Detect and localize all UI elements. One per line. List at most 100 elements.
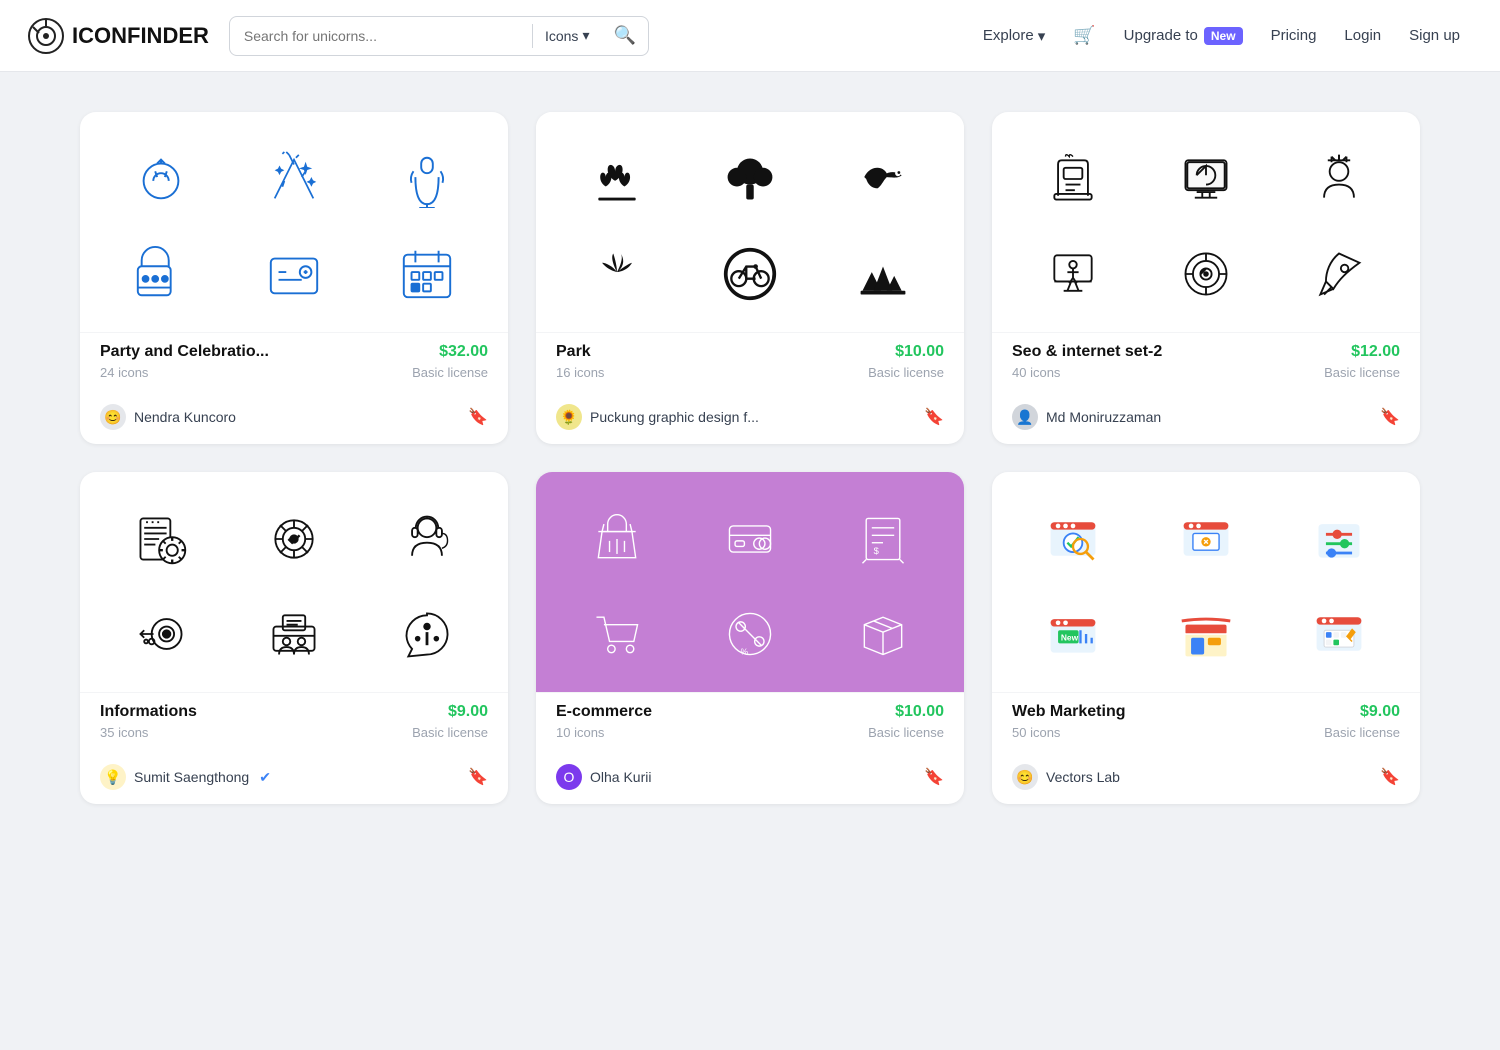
card-title: Party and Celebratio... <box>100 343 269 361</box>
card-license: Basic license <box>1324 725 1400 740</box>
card-count: 24 icons <box>100 365 148 380</box>
card-park[interactable]: Park $10.00 16 icons Basic license 🌻 Puc… <box>536 112 964 444</box>
bookmark-icon[interactable]: 🔖 <box>1380 767 1400 787</box>
card-ecommerce[interactable]: $ <box>536 472 964 804</box>
login-label: Login <box>1344 27 1381 44</box>
pricing-link[interactable]: Pricing <box>1259 19 1329 52</box>
icon-cell <box>581 598 653 670</box>
icon-cell <box>1170 503 1242 575</box>
logo[interactable]: ICONFINDER <box>28 18 209 54</box>
card-price: $32.00 <box>439 343 488 361</box>
card-icons-seo <box>992 112 1420 332</box>
icon-cell <box>1303 503 1375 575</box>
card-count: 50 icons <box>1012 725 1060 740</box>
icon-cell <box>581 503 653 575</box>
icon-cell <box>1170 598 1242 670</box>
card-license: Basic license <box>412 725 488 740</box>
author-name: Olha Kurii <box>590 769 651 785</box>
icon-cell <box>125 503 197 575</box>
author-link-party[interactable]: 😊 Nendra Kuncoro <box>100 404 236 430</box>
verified-badge: ✔ <box>259 769 271 786</box>
svg-text:$: $ <box>873 545 879 555</box>
bookmark-icon[interactable]: 🔖 <box>924 767 944 787</box>
icon-cell <box>391 598 463 670</box>
card-info-seo: Seo & internet set-2 $12.00 40 icons Bas… <box>992 332 1420 394</box>
card-footer-webmarketing: 😊 Vectors Lab 🔖 <box>992 754 1420 804</box>
card-title: Web Marketing <box>1012 703 1126 721</box>
card-seo[interactable]: Seo & internet set-2 $12.00 40 icons Bas… <box>992 112 1420 444</box>
author-link-ecommerce[interactable]: O Olha Kurii <box>556 764 651 790</box>
icon-cell <box>847 238 919 310</box>
card-icons-ecommerce: $ <box>536 472 964 692</box>
explore-button[interactable]: Explore ▾ <box>971 19 1057 53</box>
card-price: $9.00 <box>1360 703 1400 721</box>
author-name: Md Moniruzzaman <box>1046 409 1161 425</box>
card-icons-party <box>80 112 508 332</box>
icon-cell <box>1170 143 1242 215</box>
search-type-label: Icons <box>545 28 578 44</box>
logo-text: ICONFINDER <box>72 23 209 49</box>
card-informations[interactable]: Informations $9.00 35 icons Basic licens… <box>80 472 508 804</box>
author-avatar: 🌻 <box>556 404 582 430</box>
icon-cell: New <box>1037 598 1109 670</box>
author-link-informations[interactable]: 💡 Sumit Saengthong ✔ <box>100 764 271 790</box>
author-avatar: O <box>556 764 582 790</box>
cart-button[interactable]: 🛒 <box>1061 17 1107 54</box>
login-link[interactable]: Login <box>1332 19 1393 52</box>
card-license: Basic license <box>1324 365 1400 380</box>
icon-cell <box>714 238 786 310</box>
card-icons-webmarketing: New <box>992 472 1420 692</box>
icon-cell <box>258 598 330 670</box>
icon-sets-grid: Party and Celebratio... $32.00 24 icons … <box>80 112 1420 804</box>
bookmark-icon[interactable]: 🔖 <box>1380 407 1400 427</box>
author-avatar: 😊 <box>1012 764 1038 790</box>
card-count: 10 icons <box>556 725 604 740</box>
icon-cell <box>1303 143 1375 215</box>
icon-cell <box>1037 503 1109 575</box>
icon-cell <box>1037 143 1109 215</box>
card-icons-park <box>536 112 964 332</box>
search-type-button[interactable]: Icons ▾ <box>533 27 602 44</box>
author-name: Sumit Saengthong <box>134 769 249 785</box>
card-footer-seo: 👤 Md Moniruzzaman 🔖 <box>992 394 1420 444</box>
author-link-webmarketing[interactable]: 😊 Vectors Lab <box>1012 764 1120 790</box>
header: ICONFINDER Icons ▾ 🔍 Explore ▾ 🛒 Upgrade… <box>0 0 1500 72</box>
author-link-park[interactable]: 🌻 Puckung graphic design f... <box>556 404 759 430</box>
card-footer-informations: 💡 Sumit Saengthong ✔ 🔖 <box>80 754 508 804</box>
icon-cell <box>581 238 653 310</box>
card-info-park: Park $10.00 16 icons Basic license <box>536 332 964 394</box>
author-avatar: 👤 <box>1012 404 1038 430</box>
card-footer-party: 😊 Nendra Kuncoro 🔖 <box>80 394 508 444</box>
upgrade-button[interactable]: Upgrade to New <box>1112 19 1255 53</box>
card-count: 35 icons <box>100 725 148 740</box>
card-price: $12.00 <box>1351 343 1400 361</box>
author-link-seo[interactable]: 👤 Md Moniruzzaman <box>1012 404 1161 430</box>
card-info-webmarketing: Web Marketing $9.00 50 icons Basic licen… <box>992 692 1420 754</box>
new-badge: New <box>1204 27 1243 45</box>
svg-text:New: New <box>1061 632 1079 642</box>
card-webmarketing[interactable]: New <box>992 472 1420 804</box>
bookmark-icon[interactable]: 🔖 <box>468 767 488 787</box>
icon-cell <box>1303 598 1375 670</box>
icon-cell <box>391 143 463 215</box>
signup-link[interactable]: Sign up <box>1397 19 1472 52</box>
icon-cell <box>1303 238 1375 310</box>
icon-cell: $ <box>847 503 919 575</box>
icon-cell <box>391 503 463 575</box>
bookmark-icon[interactable]: 🔖 <box>468 407 488 427</box>
icon-cell <box>714 503 786 575</box>
icon-cell <box>258 238 330 310</box>
icon-cell <box>391 238 463 310</box>
bookmark-icon[interactable]: 🔖 <box>924 407 944 427</box>
icon-cell: % <box>714 598 786 670</box>
card-info-ecommerce: E-commerce $10.00 10 icons Basic license <box>536 692 964 754</box>
search-input[interactable] <box>230 28 532 44</box>
pricing-label: Pricing <box>1271 27 1317 44</box>
icon-cell <box>714 143 786 215</box>
chevron-down-icon: ▾ <box>582 27 589 44</box>
chevron-down-icon: ▾ <box>1038 27 1046 45</box>
nav: Explore ▾ 🛒 Upgrade to New Pricing Login… <box>971 17 1472 54</box>
card-party[interactable]: Party and Celebratio... $32.00 24 icons … <box>80 112 508 444</box>
search-submit-button[interactable]: 🔍 <box>601 25 647 46</box>
author-name: Puckung graphic design f... <box>590 409 759 425</box>
